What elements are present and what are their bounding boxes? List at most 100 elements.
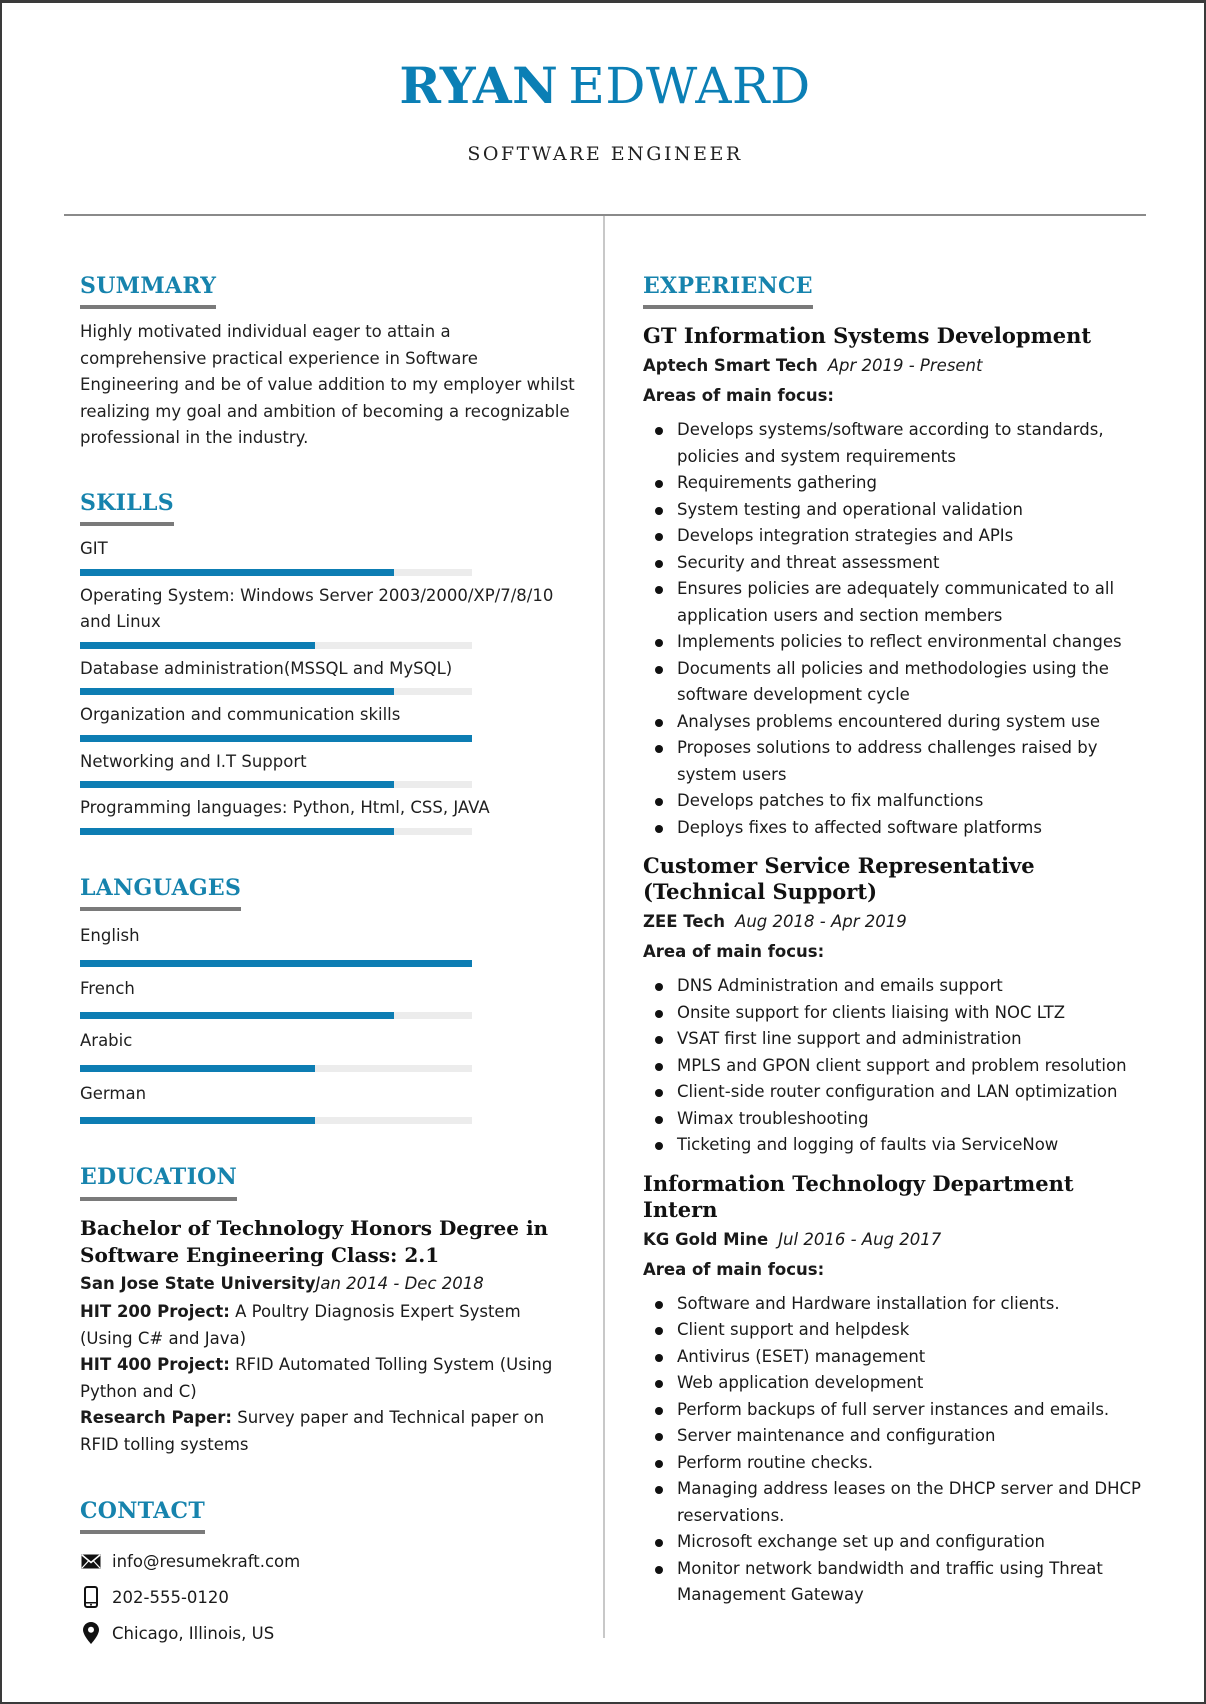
company-name: KG Gold Mine: [643, 1229, 769, 1249]
contact-item: Chicago, Illinois, US: [80, 1620, 580, 1646]
skill-level-fill: [80, 827, 394, 835]
focus-label: Area of main focus:: [643, 1259, 825, 1279]
languages-list: English French Arabic German: [80, 923, 580, 1125]
responsibility-item: Client support and helpdesk: [643, 1317, 1143, 1344]
first-name: RYAN: [399, 56, 559, 115]
skill-item: GIT: [80, 536, 580, 576]
responsibility-item: Develops patches to fix malfunctions: [643, 788, 1143, 815]
section-heading: LANGUAGES: [80, 874, 242, 901]
language-label: English: [80, 926, 140, 946]
language-level-bar: [80, 1117, 472, 1125]
contact-item: info@resumekraft.com: [80, 1548, 580, 1574]
languages-section: LANGUAGES English French Arabic German: [80, 874, 580, 1125]
responsibility-item: Microsoft exchange set up and configurat…: [643, 1529, 1143, 1556]
heading-underline: [80, 907, 242, 912]
project-label: HIT 200 Project:: [80, 1302, 230, 1322]
skill-item: Networking and I.T Support: [80, 749, 580, 789]
skill-label: Programming languages: Python, Html, CSS…: [80, 798, 490, 818]
skill-label: Organization and communication skills: [80, 705, 401, 725]
school-name: San Jose State University: [80, 1273, 316, 1293]
contact-text[interactable]: 202-555-0120: [112, 1588, 229, 1607]
responsibility-item: Perform routine checks.: [643, 1450, 1143, 1477]
contact-text[interactable]: info@resumekraft.com: [112, 1552, 300, 1571]
responsibility-item: Ensures policies are adequately communic…: [643, 576, 1143, 629]
language-level-bar: [80, 1064, 472, 1072]
skill-label: Networking and I.T Support: [80, 751, 307, 771]
language-item: French: [80, 976, 580, 1020]
mobile-phone-icon: [80, 1586, 102, 1609]
skill-level-bar: [80, 568, 472, 576]
skill-label: Operating System: Windows Server 2003/20…: [80, 585, 554, 632]
responsibility-item: Web application development: [643, 1370, 1143, 1397]
education-projects: HIT 200 Project: A Poultry Diagnosis Exp…: [80, 1299, 580, 1458]
education-project: HIT 400 Project: RFID Automated Tolling …: [80, 1352, 575, 1405]
education-section: EDUCATION Bachelor of Technology Honors …: [80, 1164, 580, 1458]
responsibilities-list: Develops systems/software according to s…: [643, 417, 1163, 841]
section-heading: SKILLS: [80, 489, 174, 516]
focus-label: Area of main focus:: [643, 942, 825, 962]
responsibility-item: Deploys fixes to affected software platf…: [643, 815, 1143, 842]
responsibility-item: Onsite support for clients liaising with…: [643, 1000, 1143, 1027]
responsibility-item: Implements policies to reflect environme…: [643, 629, 1143, 656]
responsibility-item: System testing and operational validatio…: [643, 497, 1143, 524]
language-label: French: [80, 978, 135, 998]
left-column: SUMMARY Highly motivated individual eage…: [80, 273, 580, 1646]
skill-level-fill: [80, 734, 472, 742]
responsibility-item: Requirements gathering: [643, 470, 1143, 497]
skill-level-bar: [80, 827, 472, 835]
skill-level-fill: [80, 641, 316, 649]
project-label: Research Paper:: [80, 1408, 232, 1428]
responsibility-item: VSAT first line support and administrati…: [643, 1026, 1143, 1053]
responsibility-item: Software and Hardware installation for c…: [643, 1291, 1143, 1318]
heading-underline: [80, 522, 174, 527]
job-title: Information Technology Department Intern: [643, 1170, 1074, 1222]
language-label: German: [80, 1083, 147, 1103]
language-item: German: [80, 1081, 580, 1125]
responsibility-item: Develops integration strategies and APIs: [643, 523, 1143, 550]
column-divider: [603, 216, 605, 1638]
language-label: Arabic: [80, 1031, 133, 1051]
map-pin-icon: [80, 1622, 102, 1645]
responsibility-item: Develops systems/software according to s…: [643, 417, 1143, 470]
responsibility-item: Monitor network bandwidth and traffic us…: [643, 1556, 1143, 1609]
summary-text: Highly motivated individual eager to att…: [80, 322, 575, 448]
language-level-bar: [80, 959, 472, 967]
project-label: HIT 400 Project:: [80, 1355, 230, 1375]
education-project: HIT 200 Project: A Poultry Diagnosis Exp…: [80, 1299, 575, 1352]
section-heading: EXPERIENCE: [643, 273, 813, 299]
skill-level-bar: [80, 734, 472, 742]
heading-underline: [80, 1196, 238, 1201]
resume-page: RYAN EDWARD SOFTWARE ENGINEER SUMMARY Hig…: [0, 0, 1206, 1704]
job-title: GT Information Systems Development: [643, 323, 1092, 349]
focus-label: Areas of main focus:: [643, 386, 834, 406]
skill-label: GIT: [80, 539, 108, 559]
language-level-bar: [80, 1012, 472, 1020]
right-column: EXPERIENCE GT Information Systems Develo…: [643, 273, 1163, 1609]
job-entry: GT Information Systems Development Aptech…: [643, 323, 1163, 841]
skill-item: Programming languages: Python, Html, CSS…: [80, 795, 580, 835]
responsibility-item: Managing address leases on the DHCP serv…: [643, 1476, 1143, 1529]
job-entry: Customer Service Representative (Technic…: [643, 853, 1163, 1159]
skill-item: Operating System: Windows Server 2003/20…: [80, 583, 580, 649]
contact-item: 202-555-0120: [80, 1584, 580, 1610]
section-heading: SUMMARY: [80, 273, 217, 299]
skills-list: GIT Operating System: Windows Server 2003…: [80, 536, 580, 835]
responsibility-item: Server maintenance and configuration: [643, 1423, 1143, 1450]
skill-level-fill: [80, 781, 394, 789]
responsibility-item: Documents all policies and methodologies…: [643, 656, 1143, 709]
contact-list: info@resumekraft.com 202-555-0120 Chicago,…: [80, 1548, 580, 1646]
responsibility-item: Analyses problems encountered during sys…: [643, 709, 1143, 736]
company-name: ZEE Tech: [643, 912, 726, 932]
skill-item: Database administration(MSSQL and MySQL): [80, 656, 580, 696]
responsibility-item: Proposes solutions to address challenges…: [643, 735, 1143, 788]
skill-level-bar: [80, 641, 472, 649]
language-level-fill: [80, 1064, 316, 1072]
job-meta: KG Gold Mine Jul 2016 - Aug 2017: [643, 1227, 1163, 1253]
responsibility-item: Security and threat assessment: [643, 550, 1143, 577]
contact-text[interactable]: Chicago, Illinois, US: [112, 1624, 274, 1643]
degree-title: Bachelor of Technology Honors Degree in …: [80, 1215, 549, 1267]
section-heading: CONTACT: [80, 1498, 206, 1525]
responsibility-item: Perform backups of full server instances…: [643, 1397, 1143, 1424]
envelope-icon: [80, 1550, 102, 1572]
school-line: San Jose State UniversityJan 2014 - Dec …: [80, 1271, 580, 1298]
